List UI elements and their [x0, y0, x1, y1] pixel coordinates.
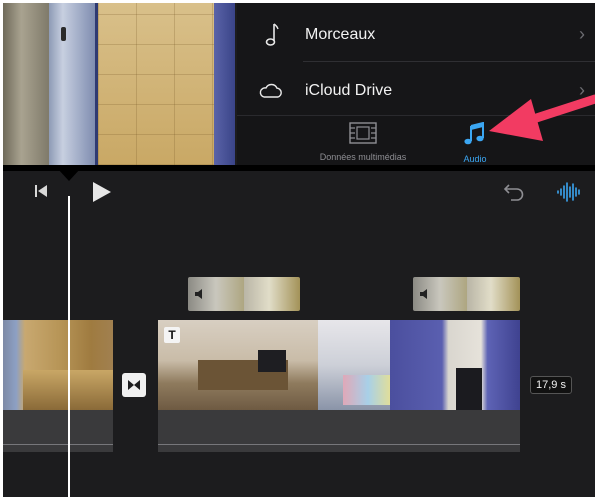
- playback-controls: [3, 171, 595, 211]
- audio-waveform-button[interactable]: [554, 177, 584, 207]
- film-strip-icon: [349, 122, 377, 148]
- tab-media[interactable]: Données multimédias: [303, 122, 423, 162]
- audio-waveform-icon: [557, 182, 580, 202]
- video-clip-1[interactable]: [3, 320, 113, 410]
- play-button[interactable]: [89, 179, 115, 205]
- play-icon: [93, 182, 111, 202]
- playhead-marker[interactable]: [57, 168, 81, 181]
- audio-track-1[interactable]: [3, 410, 113, 452]
- transition-button[interactable]: [122, 373, 146, 397]
- video-preview[interactable]: [3, 3, 235, 165]
- annotation-arrow-icon: [483, 85, 595, 156]
- video-clip-2[interactable]: [158, 320, 520, 410]
- muted-speaker-icon: [419, 287, 431, 305]
- library-item-morceaux[interactable]: Morceaux ›: [237, 7, 595, 62]
- title-badge[interactable]: T: [164, 327, 180, 343]
- divider: [303, 61, 595, 62]
- cloud-icon: [237, 83, 305, 99]
- clip-duration-label: 17,9 s: [530, 376, 572, 394]
- chevron-right-icon: ›: [579, 24, 585, 44]
- skip-to-start-icon[interactable]: [31, 181, 51, 201]
- muted-speaker-icon: [194, 287, 206, 305]
- music-note-icon: [237, 22, 305, 48]
- tab-label: Données multimédias: [319, 152, 407, 162]
- undo-icon: [503, 184, 524, 201]
- cutaway-clip-1[interactable]: [188, 277, 300, 311]
- transition-icon: [128, 380, 140, 390]
- library-item-label: Morceaux: [305, 25, 376, 43]
- playhead-line[interactable]: [68, 196, 70, 497]
- undo-button[interactable]: [501, 179, 527, 205]
- imovie-window: Morceaux › iCloud Drive › Données multim…: [3, 3, 595, 497]
- audio-track-2[interactable]: [158, 410, 520, 452]
- cutaway-clip-2[interactable]: [413, 277, 520, 311]
